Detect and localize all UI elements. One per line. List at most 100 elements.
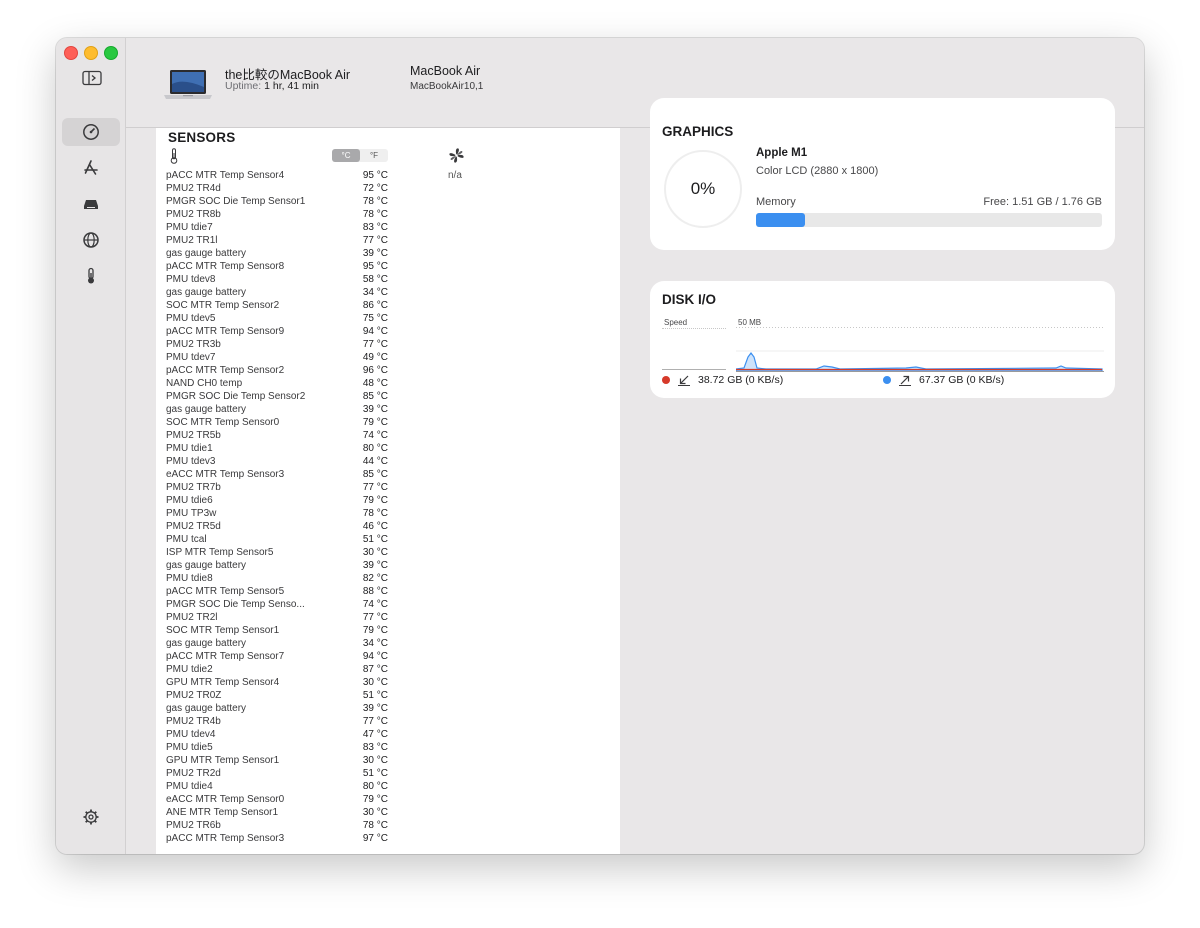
gpu-name: Apple M1: [756, 147, 808, 159]
arrow-up-right-icon: [899, 375, 911, 386]
write-series: [736, 352, 1103, 372]
sensor-name: PMU2 TR4d: [166, 183, 221, 194]
speed-baseline: [662, 369, 726, 370]
sensor-name: gas gauge battery: [166, 404, 247, 415]
sensor-value: 39 °C: [362, 248, 388, 259]
sensor-row: ANE MTR Temp Sensor1 30 °C: [166, 806, 388, 819]
uptime: Uptime: 1 hr, 41 min: [225, 80, 319, 92]
sensor-name: PMU tdie2: [166, 664, 213, 675]
disk-io-title: DISK I/O: [662, 292, 717, 307]
sensor-name: PMGR SOC Die Temp Sensor2: [166, 391, 306, 402]
sensor-row: PMU tdie5 83 °C: [166, 741, 388, 754]
graphics-title: GRAPHICS: [662, 124, 734, 139]
sensor-value: 39 °C: [362, 703, 388, 714]
write-total: 67.37 GB (0 KB/s): [919, 374, 1005, 386]
sidebar-toggle-icon[interactable]: [82, 70, 102, 86]
sensor-value: 51 °C: [362, 690, 388, 701]
sensor-value: 77 °C: [362, 612, 388, 623]
sensor-value: 79 °C: [362, 625, 388, 636]
sensor-row: PMGR SOC Die Temp Sensor2 85 °C: [166, 390, 388, 403]
sensor-value: 44 °C: [362, 456, 388, 467]
fan-icon: [449, 148, 464, 163]
sidebar-item-network[interactable]: [62, 226, 120, 254]
memory-bar: [756, 213, 1102, 227]
sensor-row: SOC MTR Temp Sensor1 79 °C: [166, 624, 388, 637]
sensor-name: PMU2 TR3b: [166, 339, 221, 350]
sensor-name: PMU tdie1: [166, 443, 213, 454]
sidebar-item-apps[interactable]: [62, 154, 120, 182]
model-identifier: MacBookAir10,1: [410, 81, 484, 92]
sidebar-item-sensors[interactable]: [62, 262, 120, 290]
sidebar-item-storage[interactable]: [62, 190, 120, 218]
write-legend: 67.37 GB (0 KB/s): [883, 374, 1004, 386]
minimize-window-button[interactable]: [84, 46, 98, 60]
read-total: 38.72 GB (0 KB/s): [698, 374, 784, 386]
sensor-value: 34 °C: [362, 638, 388, 649]
sensor-value: 85 °C: [362, 391, 388, 402]
sensor-row: PMU2 TR7b 77 °C: [166, 481, 388, 494]
sensor-name: ISP MTR Temp Sensor5: [166, 547, 274, 558]
display-info: Color LCD (2880 x 1800): [756, 165, 879, 177]
disk-io-card: DISK I/O Speed 50 MB 38.72 GB (0 KB/s) 6…: [650, 281, 1115, 398]
gauge-icon: [83, 124, 99, 140]
settings-button[interactable]: [62, 803, 120, 831]
sensor-row: PMU2 TR4d 72 °C: [166, 182, 388, 195]
sensor-value: 83 °C: [362, 222, 388, 233]
sensor-name: pACC MTR Temp Sensor2: [166, 365, 285, 376]
close-window-button[interactable]: [64, 46, 78, 60]
sensor-row: PMU tdie4 80 °C: [166, 780, 388, 793]
celsius-option[interactable]: °C: [332, 149, 360, 162]
sensor-name: NAND CH0 temp: [166, 378, 243, 389]
sensor-row: PMU tdie7 83 °C: [166, 221, 388, 234]
speed-label: Speed: [664, 318, 688, 327]
sensor-name: PMU tdev4: [166, 729, 216, 740]
speed-divider: [662, 328, 726, 329]
gpu-usage-value: 0%: [690, 179, 716, 198]
memory-label: Memory: [756, 196, 796, 208]
sensor-row: PMU2 TR0Z 51 °C: [166, 689, 388, 702]
unit-toggle[interactable]: °C °F: [332, 149, 388, 162]
sensor-name: gas gauge battery: [166, 703, 247, 714]
sensor-name: PMU2 TR5b: [166, 430, 221, 441]
sidebar-item-overview[interactable]: [62, 118, 120, 146]
sensor-row: GPU MTR Temp Sensor4 30 °C: [166, 676, 388, 689]
sensor-row: gas gauge battery 34 °C: [166, 286, 388, 299]
sensor-row: pACC MTR Temp Sensor2 96 °C: [166, 364, 388, 377]
sensor-value: 97 °C: [362, 833, 388, 844]
sensor-value: 47 °C: [362, 729, 388, 740]
sensor-name: SOC MTR Temp Sensor1: [166, 625, 280, 636]
sensor-row: PMU tdev8 58 °C: [166, 273, 388, 286]
sensor-value: 88 °C: [362, 586, 388, 597]
sensor-row: pACC MTR Temp Sensor7 94 °C: [166, 650, 388, 663]
zoom-window-button[interactable]: [104, 46, 118, 60]
sensor-value: 34 °C: [362, 287, 388, 298]
sensor-name: PMU2 TR2l: [166, 612, 218, 623]
sensor-value: 79 °C: [362, 495, 388, 506]
sensor-value: 80 °C: [362, 781, 388, 792]
sensor-value: 74 °C: [362, 599, 388, 610]
sensor-value: 94 °C: [362, 326, 388, 337]
sensor-row: SOC MTR Temp Sensor0 79 °C: [166, 416, 388, 429]
sensor-name: GPU MTR Temp Sensor4: [166, 677, 280, 688]
memory-bar-fill: [756, 213, 806, 227]
uptime-label: Uptime:: [225, 80, 262, 92]
sidebar: [56, 38, 126, 854]
arrow-down-left-icon: [678, 375, 690, 386]
sensor-row: PMU2 TR3b 77 °C: [166, 338, 388, 351]
sensor-value: 74 °C: [362, 430, 388, 441]
sensor-row: PMGR SOC Die Temp Senso... 74 °C: [166, 598, 388, 611]
sensor-value: 72 °C: [362, 183, 388, 194]
sensor-name: gas gauge battery: [166, 287, 247, 298]
sensor-name: PMU tdev7: [166, 352, 216, 363]
sensor-row: pACC MTR Temp Sensor5 88 °C: [166, 585, 388, 598]
sensor-value: 78 °C: [362, 820, 388, 831]
sensor-row: PMU tdie8 82 °C: [166, 572, 388, 585]
sensor-row: PMU tdie2 87 °C: [166, 663, 388, 676]
sensor-value: 78 °C: [362, 196, 388, 207]
fahrenheit-option[interactable]: °F: [360, 149, 388, 162]
model-name: MacBook Air: [410, 64, 481, 78]
app-window: the比較のMacBook Air Uptime: 1 hr, 41 min M…: [56, 38, 1144, 854]
sensor-name: eACC MTR Temp Sensor3: [166, 469, 285, 480]
sensor-value: 51 °C: [362, 534, 388, 545]
sensor-name: SOC MTR Temp Sensor2: [166, 300, 280, 311]
